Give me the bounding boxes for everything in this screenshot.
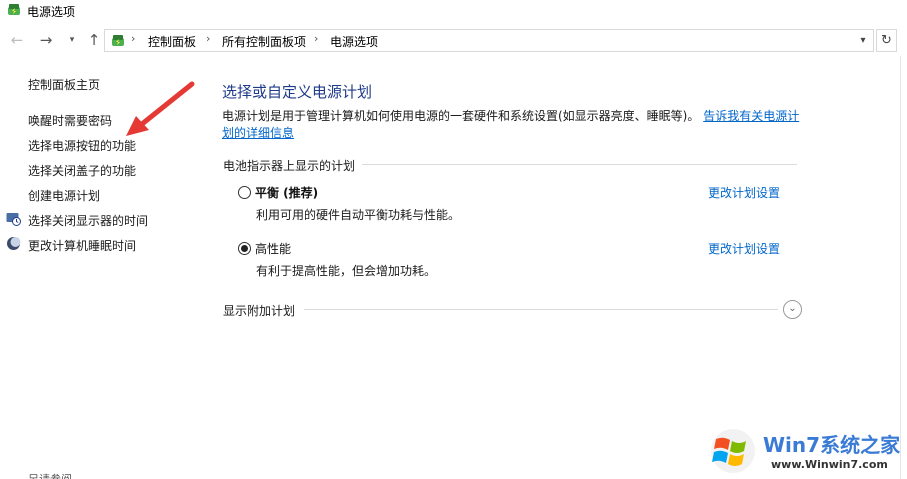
navigation-bar: ← → ▾ ↑ › 控制面板 › 所有控制面板项 › 电源选项 ▾ ↻ (0, 26, 907, 56)
watermark: Win7系统之家 www.Winwin7.com (708, 427, 904, 477)
sidebar-item-wake-password[interactable]: 唤醒时需要密码 (28, 112, 112, 129)
section-heading: 电池指示器上显示的计划 (223, 159, 356, 173)
breadcrumb-all-items[interactable]: 所有控制面板项 (222, 33, 306, 50)
plan-balanced-description: 利用可用的硬件自动平衡功耗与性能。 (256, 208, 461, 222)
plan-high-performance-radio[interactable] (238, 242, 251, 255)
chevron-right-icon[interactable]: › (314, 32, 318, 45)
title-bar: 电源选项 (0, 0, 907, 22)
scrollbar-track[interactable] (900, 56, 901, 479)
windows-logo-icon (711, 429, 755, 473)
breadcrumb-control-panel[interactable]: 控制面板 (148, 33, 196, 50)
chevron-down-icon[interactable]: ▾ (62, 30, 82, 50)
annotation-arrow (126, 81, 195, 136)
section-divider (362, 164, 797, 165)
arrow-right-icon[interactable]: → (36, 30, 56, 50)
plan-high-performance-name[interactable]: 高性能 (255, 240, 291, 257)
chevron-right-icon[interactable]: › (206, 32, 210, 45)
plan-balanced-name[interactable]: 平衡 (推荐) (255, 184, 318, 201)
window-title: 电源选项 (27, 5, 76, 19)
display-clock-icon (6, 213, 21, 226)
page-description: 电源计划是用于管理计算机如何使用电源的一套硬件和系统设置(如显示器亮度、睡眠等)… (222, 108, 802, 142)
watermark-name: Win7系统之家 (763, 433, 901, 457)
power-options-icon (8, 4, 20, 15)
chevron-right-icon[interactable]: › (131, 32, 135, 45)
sidebar-see-also: 另请参阅 (28, 471, 72, 479)
sidebar-home-link[interactable]: 控制面板主页 (28, 76, 100, 93)
address-dropdown-icon[interactable]: ▾ (855, 31, 871, 50)
address-bar[interactable]: › 控制面板 › 所有控制面板项 › 电源选项 ▾ (104, 29, 874, 52)
additional-plans-divider (304, 309, 778, 310)
refresh-icon[interactable]: ↻ (876, 29, 897, 52)
description-text: 电源计划是用于管理计算机如何使用电源的一套硬件和系统设置(如显示器亮度、睡眠等)… (222, 109, 700, 123)
arrow-up-icon[interactable]: ↑ (84, 30, 104, 50)
breadcrumb-power-options[interactable]: 电源选项 (330, 33, 378, 50)
moon-icon (7, 237, 21, 250)
plan-high-performance-settings-link[interactable]: 更改计划设置 (708, 240, 780, 257)
plan-balanced-settings-link[interactable]: 更改计划设置 (708, 184, 780, 201)
expand-chevron-icon[interactable]: ⌄ (783, 300, 802, 319)
control-panel-icon (112, 35, 124, 46)
sidebar-item-lid-close[interactable]: 选择关闭盖子的功能 (28, 162, 136, 179)
arrow-left-icon[interactable]: ← (7, 30, 27, 50)
page-title: 选择或自定义电源计划 (222, 83, 373, 101)
sidebar-item-sleep-time[interactable]: 更改计算机睡眠时间 (28, 237, 136, 254)
show-additional-plans-label[interactable]: 显示附加计划 (223, 302, 295, 319)
sidebar-item-create-plan[interactable]: 创建电源计划 (28, 187, 100, 204)
sidebar-item-display-off[interactable]: 选择关闭显示器的时间 (28, 212, 148, 229)
plan-balanced-radio[interactable] (238, 186, 251, 199)
watermark-url: www.Winwin7.com (771, 458, 888, 471)
plan-high-performance-description: 有利于提高性能，但会增加功耗。 (256, 264, 437, 278)
